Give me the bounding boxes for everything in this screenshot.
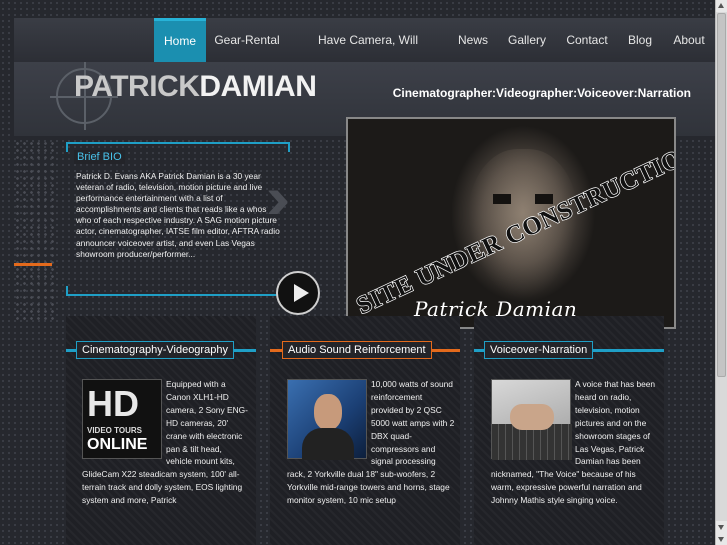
text-wrap-spacer [491,378,575,460]
nav-item-have-camera[interactable]: Have Camera, Will Travel... [296,18,440,91]
nav-item-gallery[interactable]: Gallery [504,18,550,62]
dot-pattern-left [14,140,58,320]
bio-frame-bottom [66,286,290,296]
nav-item-news[interactable]: News [452,18,494,62]
box-text: Equipped with a Canon XLH1-HD camera, 2 … [82,378,248,506]
nav-item-about[interactable]: About [668,18,710,62]
hero-photo: SITE UNDER CONSTRUCTION Patrick Damian [346,117,676,329]
nav-item-gear-rental[interactable]: Gear-Rental [210,18,284,62]
site-tagline: Cinematographer:Videographer:Voiceover:N… [392,86,691,100]
feature-box-voiceover: Voiceover-Narration A voice that has bee… [474,316,664,545]
feature-box-cinematography: Cinematography-Videography HD VIDEO TOUR… [66,316,256,545]
scroll-page-down-arrow-icon[interactable] [716,533,727,545]
site-logo[interactable]: PATRICKDAMIAN [74,70,317,104]
text-wrap-spacer [82,378,166,460]
page-scrollbar[interactable] [715,0,727,545]
portrait-eyes [493,194,553,204]
top-nav: Home Gear-Rental Have Camera, Will Trave… [14,18,715,91]
accent-bar [14,263,52,266]
box-title[interactable]: Cinematography-Videography [76,341,234,359]
logo-last-name: DAMIAN [199,70,317,103]
bio-panel: Brief BIO Patrick D. Evans AKA Patrick D… [66,142,290,296]
nav-item-contact[interactable]: Contact [562,18,612,62]
box-title[interactable]: Audio Sound Reinforcement [282,341,432,359]
play-button[interactable] [276,271,320,315]
bio-text: Patrick D. Evans AKA Patrick Damian is a… [76,171,280,259]
box-text: 10,000 watts of sound reinforcement prov… [287,378,455,506]
bio-title: Brief BIO [74,150,125,164]
logo-first-name: PATRICK [74,70,200,103]
box-text: A voice that has been heard on radio, te… [491,378,656,506]
text-wrap-spacer [287,378,371,460]
feature-box-audio: Audio Sound Reinforcement 10,000 watts o… [270,316,460,545]
nav-item-home[interactable]: Home [154,18,206,62]
scrollbar-thumb[interactable] [717,13,726,377]
scroll-down-arrow-icon[interactable] [716,521,727,533]
nav-item-blog[interactable]: Blog [622,18,658,62]
page: Home Gear-Rental Have Camera, Will Trave… [0,0,715,545]
box-title[interactable]: Voiceover-Narration [484,341,594,359]
scroll-up-arrow-icon[interactable] [716,0,727,12]
